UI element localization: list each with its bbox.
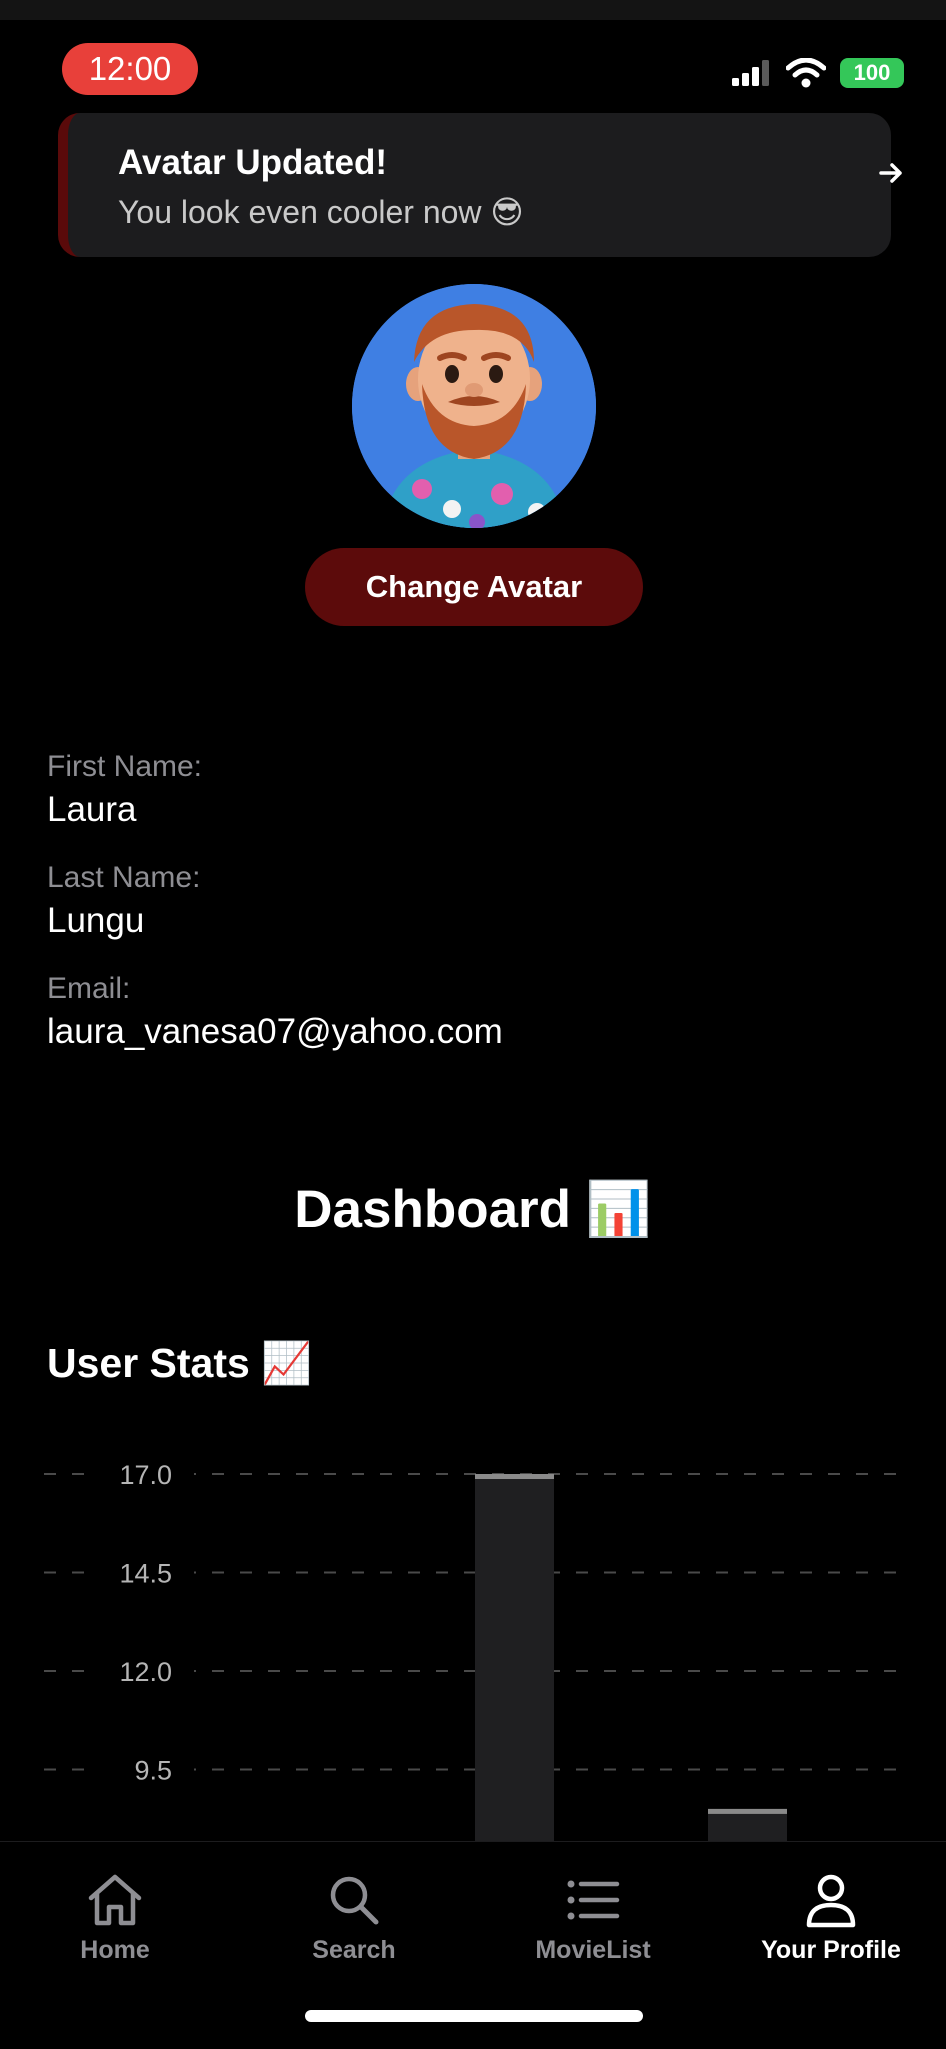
last-name-label: Last Name: — [47, 861, 201, 894]
toast-title: Avatar Updated! — [118, 143, 388, 182]
y-tick-label: 9.5 — [134, 1756, 172, 1786]
chart-bar-top — [475, 1474, 554, 1479]
avatar[interactable] — [352, 284, 596, 528]
user-stats-chart: 17.0 14.5 12.0 9.5 — [0, 1430, 946, 1842]
tab-movielist-label: MovieList — [535, 1936, 651, 1964]
user-stats-title: User Stats 📈 — [47, 1340, 313, 1386]
person-icon — [806, 1874, 856, 1928]
y-tick-label: 17.0 — [119, 1460, 172, 1490]
user-stats-chart-svg: 17.0 14.5 12.0 9.5 — [44, 1454, 905, 1842]
home-indicator — [305, 2010, 643, 2022]
status-icons: 100 — [732, 58, 904, 88]
tab-home-label: Home — [80, 1936, 150, 1964]
change-avatar-button[interactable]: Change Avatar — [305, 548, 643, 626]
avatar-image — [352, 284, 596, 528]
tab-your-profile[interactable]: Your Profile — [731, 1872, 931, 1965]
tab-movielist[interactable]: MovieList — [493, 1872, 693, 1965]
tab-your-profile-label: Your Profile — [761, 1936, 901, 1964]
tab-search[interactable]: Search — [254, 1872, 454, 1965]
list-icon — [567, 1880, 620, 1920]
tab-search-label: Search — [312, 1936, 396, 1964]
email-label: Email: — [47, 972, 131, 1005]
first-name-value: Laura — [47, 790, 137, 829]
y-tick-label: 12.0 — [119, 1657, 172, 1687]
chart-bar — [475, 1474, 554, 1842]
status-time: 12:00 — [62, 43, 198, 95]
home-icon — [88, 1874, 142, 1926]
tab-home[interactable]: Home — [15, 1872, 215, 1965]
search-icon — [330, 1876, 379, 1925]
toast-message: You look even cooler now 😎 — [118, 194, 524, 230]
top-strip — [0, 0, 946, 20]
avatar-updated-toast[interactable]: Avatar Updated! You look even cooler now… — [58, 113, 891, 257]
signal-icon — [732, 60, 769, 86]
email-value: laura_vanesa07@yahoo.com — [47, 1012, 503, 1051]
last-name-value: Lungu — [47, 901, 145, 940]
battery-indicator: 100 — [840, 58, 904, 88]
first-name-label: First Name: — [47, 750, 203, 783]
chart-bar-top — [708, 1808, 787, 1814]
y-tick-label: 14.5 — [119, 1559, 172, 1589]
arrow-right-icon[interactable] — [878, 160, 904, 186]
wifi-icon — [786, 58, 826, 88]
dashboard-title: Dashboard 📊 — [294, 1180, 652, 1239]
